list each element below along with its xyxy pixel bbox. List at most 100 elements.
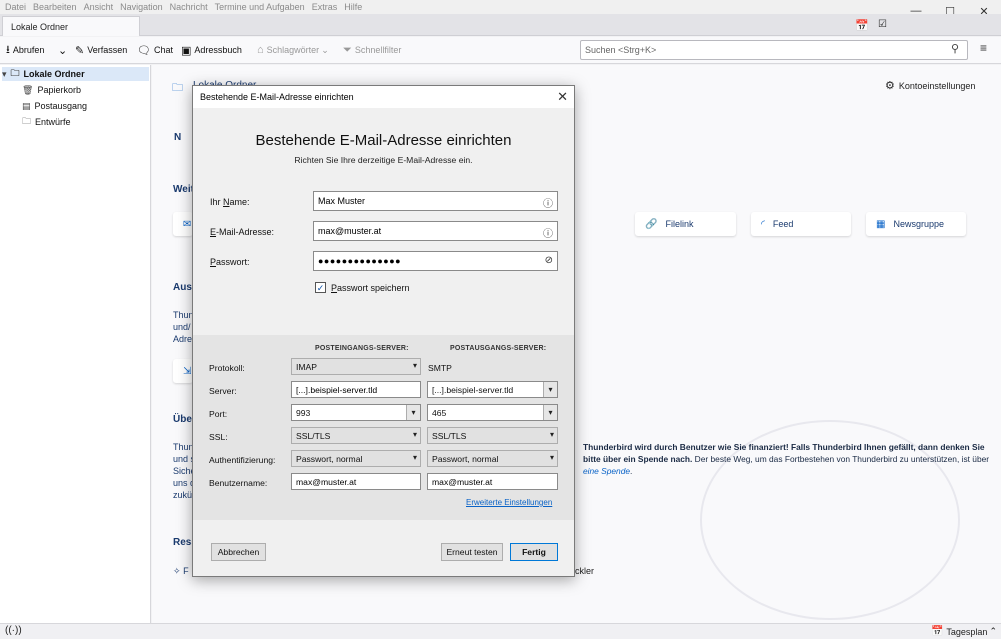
menu-edit[interactable]: Bearbeiten — [33, 2, 77, 12]
today-pane-toggle[interactable]: 📅 Tagesplan ⌃ — [931, 626, 997, 637]
tags-button[interactable]: ⌂ Schlagwörter ⌄ — [257, 37, 329, 63]
folder-label: Postausgang — [34, 101, 88, 111]
chevron-down-icon: ▾ — [412, 453, 417, 462]
quick-filter-label: Schnellfilter — [354, 45, 402, 55]
write-button[interactable]: ✎ Verfassen — [75, 37, 127, 63]
outgoing-auth-select[interactable]: Passwort, normal ▾ — [427, 450, 558, 467]
password-value: ●●●●●●●●●●●●●● — [318, 256, 402, 266]
chevron-up-icon: ⌃ — [989, 626, 997, 636]
bg-fragment-ckler: ckler — [575, 566, 595, 576]
checkmark-icon: ✓ — [315, 282, 326, 293]
incoming-auth-value: Passwort, normal — [296, 453, 363, 464]
name-label-pre: Ihr — [210, 197, 224, 207]
tag-icon: ⌂ — [257, 44, 264, 56]
tab-local-folders[interactable]: Lokale Ordner — [2, 16, 140, 36]
outgoing-server-header: POSTAUSGANGS-SERVER: — [450, 345, 547, 352]
name-label-post: ame: — [229, 197, 250, 207]
card-filelink[interactable]: 🔗 Filelink — [635, 212, 736, 236]
calendar-icon[interactable]: 📅 — [855, 19, 869, 32]
folder-trash[interactable]: 🗑 Papierkorb — [22, 83, 81, 97]
card-feed[interactable]: ◜ Feed — [751, 212, 851, 236]
card-label: Newsgruppe — [893, 219, 944, 229]
menu-navigation[interactable]: Navigation — [120, 2, 163, 12]
menu-view[interactable]: Ansicht — [84, 2, 114, 12]
outgoing-ssl-select[interactable]: SSL/TLS ▾ — [427, 427, 558, 444]
tab-strip: Lokale Ordner — [0, 14, 1001, 36]
chevron-down-icon[interactable]: ▾ — [406, 405, 420, 420]
folder-pane: ▾ 🗀 Lokale Ordner 🗑 Papierkorb ▤ Postaus… — [0, 65, 151, 623]
write-label: Verfassen — [87, 45, 128, 55]
quick-filter-button[interactable]: ⏷ Schnellfilter — [343, 37, 401, 63]
done-button[interactable]: Fertig — [510, 543, 558, 561]
menu-tools[interactable]: Extras — [312, 2, 338, 12]
calendar-icon: 📅 — [930, 626, 944, 637]
incoming-protocol-select[interactable]: IMAP ▾ — [291, 358, 421, 375]
folder-local-folders[interactable]: ▾ 🗀 Lokale Ordner — [2, 67, 149, 81]
incoming-protocol-value: IMAP — [296, 361, 318, 372]
import-card[interactable]: ⇲ — [173, 359, 193, 383]
account-settings-button[interactable]: ⚙ Kontoeinstellungen — [885, 79, 975, 92]
close-icon[interactable]: ✕ — [557, 89, 568, 105]
get-messages-button[interactable]: ⭳ Abrufen — [6, 37, 44, 63]
get-messages-dropdown[interactable]: ⌄ — [58, 37, 70, 63]
info-icon[interactable]: ⓘ — [543, 195, 553, 210]
folder-drafts[interactable]: 🗀 Entwürfe — [22, 115, 71, 129]
card-email[interactable]: ✉ — [173, 212, 193, 236]
advanced-settings-link[interactable]: Erweiterte Einstellungen — [466, 498, 552, 507]
bg-fragment-f: ✧ F — [173, 566, 189, 577]
tasks-icon[interactable]: ☑ — [878, 19, 887, 30]
email-value: max@muster.at — [318, 226, 382, 236]
email-label: E-Mail-Adresse: — [210, 227, 274, 237]
folder-icon: 🗀 — [22, 116, 32, 126]
outgoing-auth-value: Passwort, normal — [432, 453, 499, 464]
bg-fragment-undi: und/ — [173, 322, 191, 332]
gear-icon: ⚙ — [885, 80, 895, 92]
donation-link[interactable]: eine Spende — [583, 466, 630, 476]
info-icon[interactable]: ⓘ — [543, 225, 553, 240]
menu-help[interactable]: Hilfe — [344, 2, 362, 12]
chevron-down-icon[interactable]: ▾ — [543, 405, 557, 420]
menu-file[interactable]: Datei — [5, 2, 26, 12]
account-setup-dialog: Bestehende E-Mail-Adresse einrichten ✕ B… — [192, 85, 575, 577]
auth-label: Authentifizierung: — [209, 455, 276, 465]
address-book-label: Adressbuch — [194, 45, 242, 55]
wifi-icon[interactable]: ((·)) — [5, 625, 22, 636]
bg-fragment-thun1: Thun — [173, 310, 194, 320]
password-label: Passwort: — [210, 257, 250, 267]
eye-slash-icon[interactable]: ⊘ — [545, 255, 553, 266]
address-book-button[interactable]: ▣ Adressbuch — [181, 37, 242, 63]
outgoing-port-value: 465 — [432, 407, 447, 418]
bg-fragment-thun2: Thun — [173, 442, 194, 452]
chat-button[interactable]: 🗨 Chat — [137, 37, 173, 63]
folder-icon: 🗀 — [10, 68, 20, 78]
card-newsgroup[interactable]: ▦ Newsgruppe — [866, 212, 966, 236]
menu-message[interactable]: Nachricht — [170, 2, 208, 12]
dialog-title: Bestehende E-Mail-Adresse einrichten — [200, 92, 354, 102]
incoming-username-field[interactable]: max@muster.at — [291, 473, 421, 490]
account-settings-label: Kontoeinstellungen — [898, 80, 976, 91]
menu-events-tasks[interactable]: Termine und Aufgaben — [215, 2, 305, 12]
incoming-server-field[interactable]: [...].beispiel-server.tld — [291, 381, 421, 398]
app-menu-icon[interactable]: ≡ — [980, 41, 987, 55]
name-field[interactable]: Max Muster ⓘ — [313, 191, 558, 211]
incoming-port-combo[interactable]: 993 ▾ — [291, 404, 421, 421]
donation-text: Thunderbird wird durch Benutzer wie Sie … — [583, 441, 993, 477]
password-field[interactable]: ●●●●●●●●●●●●●● ⊘ — [313, 251, 558, 271]
outgoing-server-combo[interactable]: [...].beispiel-server.tld ▾ — [427, 381, 558, 398]
save-password-checkbox[interactable]: ✓ Passwort speichern — [315, 282, 410, 293]
rss-icon: ◜ — [761, 218, 765, 230]
search-input[interactable]: Suchen <Strg+K> — [580, 40, 968, 60]
outgoing-port-combo[interactable]: 465 ▾ — [427, 404, 558, 421]
outgoing-username-field[interactable]: max@muster.at — [427, 473, 558, 490]
incoming-auth-select[interactable]: Passwort, normal ▾ — [291, 450, 421, 467]
chevron-down-icon: ▾ — [2, 68, 7, 79]
email-field[interactable]: max@muster.at ⓘ — [313, 221, 558, 241]
bg-fragment-aus: Aus — [173, 282, 192, 293]
cancel-button[interactable]: Abbrechen — [211, 543, 266, 561]
incoming-ssl-select[interactable]: SSL/TLS ▾ — [291, 427, 421, 444]
search-icon[interactable]: ⚲ — [951, 42, 959, 55]
folder-outbox[interactable]: ▤ Postausgang — [22, 99, 87, 113]
retest-button[interactable]: Erneut testen — [441, 543, 503, 561]
chevron-down-icon[interactable]: ▾ — [543, 382, 557, 397]
name-value: Max Muster — [318, 196, 366, 206]
